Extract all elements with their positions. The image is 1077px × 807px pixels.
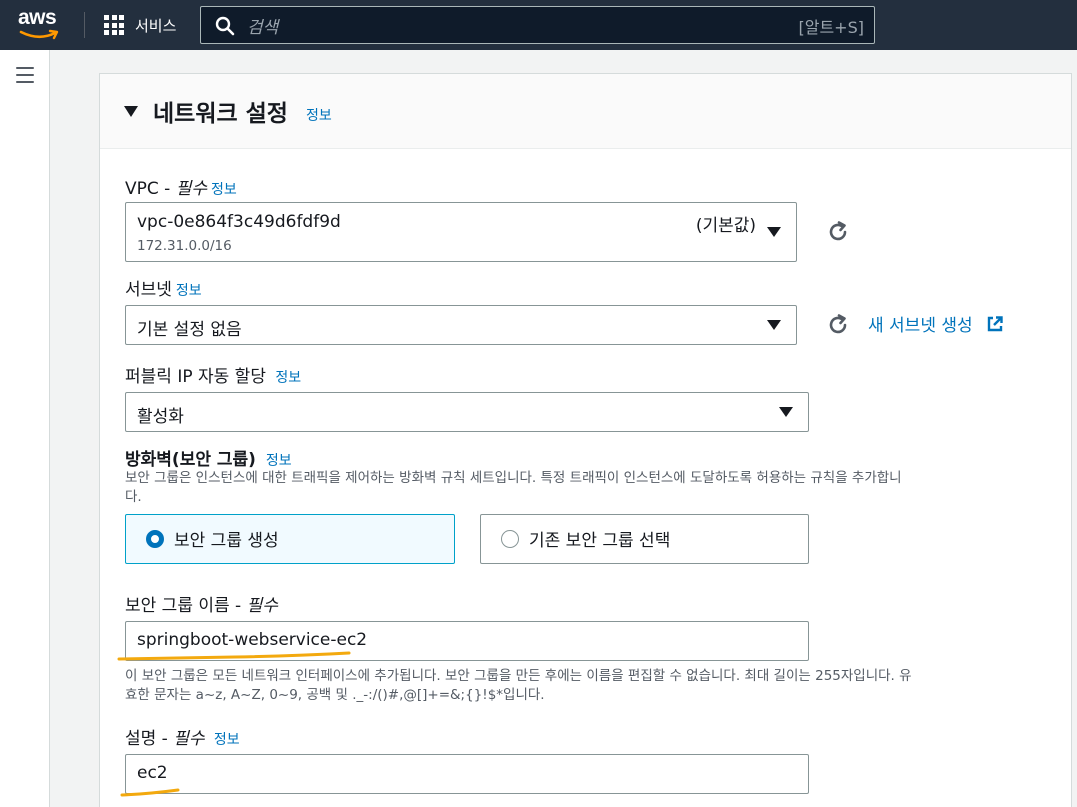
external-link-icon[interactable] (986, 315, 1004, 333)
security-group-name-help: 이 보안 그룹은 모든 네트워크 인터페이스에 추가됩니다. 보안 그룹을 만든… (125, 667, 912, 705)
subnet-label: 서브넷 정보 (125, 275, 202, 300)
description-info-link[interactable]: 정보 (214, 732, 240, 748)
collapse-caret-icon[interactable] (124, 106, 138, 117)
create-security-group-tile[interactable]: 보안 그룹 생성 (125, 514, 455, 564)
search-placeholder: 검색 (247, 18, 279, 38)
description-highlight (120, 788, 180, 797)
aws-smile-icon (19, 29, 59, 40)
vpc-select-value: vpc-0e864f3c49d6fdf9d (137, 212, 341, 232)
vpc-required: 필수 (175, 179, 207, 199)
public-ip-label-text: 퍼블릭 IP 자동 할당 (125, 367, 266, 387)
nav-divider (84, 12, 85, 38)
aws-logo-text: aws (18, 6, 57, 29)
public-ip-select[interactable]: 활성화 (125, 392, 809, 432)
select-existing-security-group-tile[interactable]: 기존 보안 그룹 선택 (480, 514, 809, 564)
description-label-text: 설명 - (125, 729, 168, 749)
vpc-default-tag: (기본값) (695, 216, 756, 236)
description-label: 설명 - 필수 정보 (125, 724, 240, 749)
select-existing-security-group-label: 기존 보안 그룹 선택 (529, 531, 671, 551)
panel-title-info-link[interactable]: 정보 (306, 105, 332, 125)
firewall-description: 보안 그룹은 인스턴스에 대한 트래픽을 제어하는 방화벽 규칙 세트입니다. … (125, 469, 902, 507)
public-ip-label: 퍼블릭 IP 자동 할당 정보 (125, 362, 301, 387)
vpc-refresh-icon[interactable] (826, 220, 850, 244)
left-navigation-rail (0, 50, 50, 807)
public-ip-dropdown-caret-icon (779, 407, 793, 417)
vpc-label: VPC - 필수 정보 (125, 174, 237, 199)
firewall-label-text: 방화벽(보안 그룹) (125, 450, 256, 470)
panel-title: 네트워크 설정 (153, 101, 288, 127)
public-ip-info-link[interactable]: 정보 (275, 370, 301, 386)
subnet-select[interactable]: 기본 설정 없음 (125, 305, 797, 345)
services-grid-icon[interactable] (104, 15, 124, 35)
security-group-name-help-line1: 이 보안 그룹은 모든 네트워크 인터페이스에 추가됩니다. 보안 그룹을 만든… (125, 668, 912, 684)
create-new-subnet-link[interactable]: 새 서브넷 생성 (868, 311, 973, 336)
subnet-dropdown-caret-icon (767, 320, 781, 330)
hamburger-menu-icon[interactable] (16, 67, 34, 83)
security-group-name-required: 필수 (246, 596, 278, 616)
description-value: ec2 (137, 763, 168, 783)
network-settings-panel: 네트워크 설정 정보 VPC - 필수 정보 vpc-0e864f3c49d6fd… (99, 73, 1072, 807)
subnet-refresh-icon[interactable] (826, 313, 850, 337)
firewall-info-link[interactable]: 정보 (266, 453, 292, 469)
firewall-description-line1: 보안 그룹은 인스턴스에 대한 트래픽을 제어하는 방화벽 규칙 세트입니다. … (125, 470, 902, 486)
panel-header[interactable]: 네트워크 설정 정보 (100, 74, 1071, 149)
global-search-input[interactable]: 검색 [알트+S] (200, 6, 875, 44)
create-security-group-label: 보안 그룹 생성 (174, 531, 279, 551)
create-security-group-radio[interactable] (146, 530, 164, 548)
services-menu-label[interactable]: 서비스 (135, 15, 176, 36)
security-group-name-help-line2: 효한 문자는 a~z, A~Z, 0~9, 공백 및 ._-:/()#,@[]+… (125, 687, 545, 703)
security-group-name-label-text: 보안 그룹 이름 - (125, 596, 242, 616)
firewall-label: 방화벽(보안 그룹) 정보 (125, 445, 292, 470)
subnet-info-link[interactable]: 정보 (176, 283, 202, 299)
search-shortcut-hint: [알트+S] (798, 18, 865, 37)
vpc-select[interactable]: vpc-0e864f3c49d6fdf9d 172.31.0.0/16 (기본값… (125, 202, 797, 262)
security-group-name-label: 보안 그룹 이름 - 필수 (125, 591, 278, 616)
subnet-select-value: 기본 설정 없음 (137, 320, 242, 340)
vpc-info-link[interactable]: 정보 (211, 182, 237, 198)
vpc-dropdown-caret-icon (767, 227, 781, 237)
search-icon (215, 16, 235, 36)
description-required: 필수 (173, 729, 205, 749)
public-ip-select-value: 활성화 (137, 407, 184, 427)
description-input[interactable]: ec2 (125, 754, 809, 794)
vpc-label-text: VPC - (125, 179, 171, 199)
vpc-cidr: 172.31.0.0/16 (137, 238, 232, 254)
aws-logo[interactable]: aws (18, 6, 64, 40)
select-existing-security-group-radio[interactable] (501, 530, 519, 548)
security-group-name-highlight (117, 651, 351, 661)
subnet-label-text: 서브넷 (125, 280, 172, 300)
top-navigation-bar: aws 서비스 검색 [알트+S] (0, 0, 1077, 50)
security-group-name-value: springboot-webservice-ec2 (137, 630, 368, 650)
firewall-description-line2: 다. (125, 489, 142, 505)
